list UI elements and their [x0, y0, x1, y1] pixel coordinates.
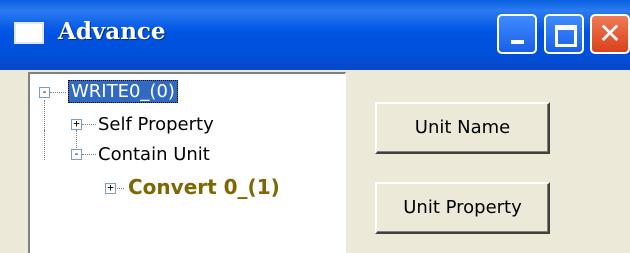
window-app-icon [14, 22, 44, 44]
window-title: Advance [58, 18, 166, 45]
minimize-button[interactable] [497, 14, 537, 54]
tree-connector [44, 130, 45, 160]
convert-expand-toggle[interactable]: + [105, 182, 116, 194]
tree-connector [82, 124, 96, 125]
root-collapse-toggle[interactable]: - [39, 86, 50, 98]
title-bar[interactable]: Advance ✕ [0, 0, 630, 70]
maximize-button[interactable] [544, 14, 584, 54]
tree-node-root[interactable]: WRITE0_(0) [68, 80, 178, 103]
tree-connector [50, 92, 66, 93]
tree-connector [82, 154, 96, 155]
unit-property-button[interactable]: Unit Property [375, 182, 550, 234]
advance-window: Advance ✕ - WRITE0_(0) + Self Property -… [0, 0, 630, 253]
unit-tree-view[interactable]: - WRITE0_(0) + Self Property - Contain U… [28, 72, 346, 253]
self-property-expand-toggle[interactable]: + [71, 118, 82, 130]
tree-node-self-property[interactable]: Self Property [98, 114, 214, 135]
close-icon: ✕ [598, 17, 622, 50]
tree-node-contain-unit[interactable]: Contain Unit [98, 144, 210, 165]
tree-node-convert[interactable]: Convert 0_(1) [128, 175, 280, 199]
unit-name-button[interactable]: Unit Name [375, 102, 550, 154]
contain-unit-collapse-toggle[interactable]: - [71, 148, 82, 160]
tree-connector [44, 100, 45, 130]
close-button[interactable]: ✕ [590, 14, 630, 54]
